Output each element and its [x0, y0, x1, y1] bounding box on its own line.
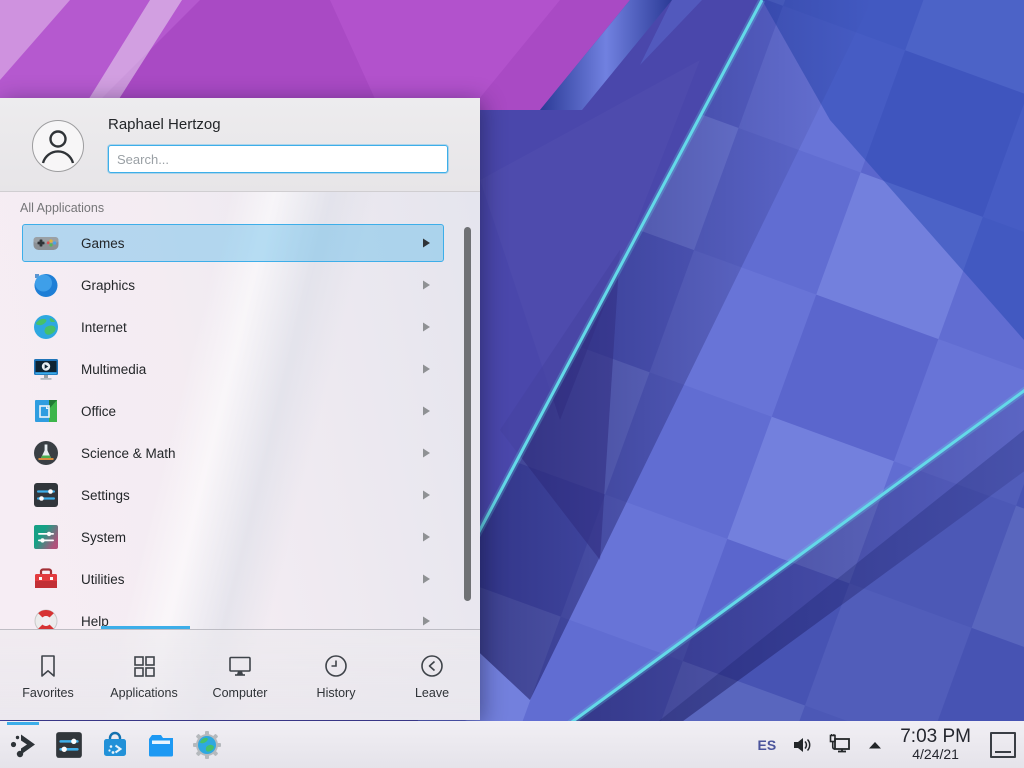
submenu-arrow-icon [423, 365, 430, 374]
user-icon [33, 121, 83, 171]
user-avatar[interactable] [32, 120, 84, 172]
monitor-icon [227, 653, 253, 679]
category-settings[interactable]: Settings [22, 476, 444, 514]
application-launcher-menu: Raphael Hertzog All Applications [0, 98, 480, 720]
tab-applications[interactable]: Applications [96, 630, 192, 720]
submenu-arrow-icon [423, 449, 430, 458]
tab-label: Applications [110, 686, 177, 700]
tab-label: History [317, 686, 356, 700]
submenu-arrow-icon [423, 239, 430, 248]
category-list: All Applications Game [0, 194, 480, 629]
launcher-header: Raphael Hertzog [0, 98, 480, 191]
category-system[interactable]: System [22, 518, 444, 556]
scrollbar[interactable] [464, 227, 471, 601]
system-settings-button[interactable] [53, 725, 85, 765]
digital-clock[interactable]: 7:03 PM 4/24/21 [900, 727, 971, 762]
tab-history[interactable]: History [288, 630, 384, 720]
section-label: All Applications [20, 201, 480, 215]
app-launcher-button[interactable] [7, 725, 39, 765]
category-label: Settings [81, 488, 130, 503]
category-utilities[interactable]: Utilities [22, 560, 444, 598]
web-browser-icon [192, 730, 222, 760]
file-manager-button[interactable] [145, 725, 177, 765]
launcher-tabbar: Favorites Applications [0, 629, 480, 720]
tab-label: Computer [213, 686, 268, 700]
category-label: Internet [81, 320, 127, 335]
submenu-arrow-icon [423, 533, 430, 542]
help-icon [32, 607, 60, 629]
volume-icon[interactable] [791, 734, 813, 756]
desktop: Raphael Hertzog All Applications [0, 0, 1024, 768]
science-icon [32, 439, 60, 467]
tab-computer[interactable]: Computer [192, 630, 288, 720]
taskbar: ES 7:03 PM 4/24/21 [0, 721, 1024, 768]
category-internet[interactable]: Internet [22, 308, 444, 346]
active-tab-indicator [101, 626, 190, 629]
desktop-line [995, 751, 1011, 753]
category-help[interactable]: Help [22, 602, 444, 629]
submenu-arrow-icon [423, 281, 430, 290]
tab-favorites[interactable]: Favorites [0, 630, 96, 720]
tab-label: Favorites [22, 686, 73, 700]
category-label: Utilities [81, 572, 125, 587]
clock-date: 4/24/21 [900, 747, 971, 762]
category-label: Graphics [81, 278, 135, 293]
category-games[interactable]: Games [22, 224, 444, 262]
system-settings-icon [54, 730, 84, 760]
category-science-math[interactable]: Science & Math [22, 434, 444, 472]
bookmark-icon [35, 653, 61, 679]
clock-time: 7:03 PM [900, 727, 971, 747]
games-icon [32, 229, 60, 257]
category-label: Office [81, 404, 116, 419]
internet-icon [32, 313, 60, 341]
category-label: System [81, 530, 126, 545]
keyboard-layout-indicator[interactable]: ES [758, 737, 777, 753]
tab-label: Leave [415, 686, 449, 700]
header-separator [0, 191, 480, 192]
category-label: Multimedia [81, 362, 146, 377]
submenu-arrow-icon [423, 491, 430, 500]
file-manager-icon [146, 730, 176, 760]
submenu-arrow-icon [423, 575, 430, 584]
system-icon [32, 523, 60, 551]
grid-icon [131, 653, 157, 679]
submenu-arrow-icon [423, 323, 430, 332]
office-icon [32, 397, 60, 425]
expand-tray-icon[interactable] [867, 738, 883, 752]
graphics-icon [32, 271, 60, 299]
discover-icon [100, 730, 130, 760]
category-office[interactable]: Office [22, 392, 444, 430]
app-launcher-icon [8, 730, 38, 760]
leave-icon [419, 653, 445, 679]
category-multimedia[interactable]: Multimedia [22, 350, 444, 388]
multimedia-icon [32, 355, 60, 383]
category-graphics[interactable]: Graphics [22, 266, 444, 304]
submenu-arrow-icon [423, 407, 430, 416]
clock-icon [323, 653, 349, 679]
user-name: Raphael Hertzog [108, 116, 221, 133]
settings-icon [32, 481, 60, 509]
show-desktop-button[interactable] [990, 732, 1016, 758]
discover-button[interactable] [99, 725, 131, 765]
search-input[interactable] [108, 145, 448, 173]
submenu-arrow-icon [423, 617, 430, 626]
web-browser-button[interactable] [191, 725, 223, 765]
network-icon[interactable] [828, 733, 852, 757]
category-label: Games [81, 236, 125, 251]
utilities-icon [32, 565, 60, 593]
category-label: Science & Math [81, 446, 176, 461]
tab-leave[interactable]: Leave [384, 630, 480, 720]
